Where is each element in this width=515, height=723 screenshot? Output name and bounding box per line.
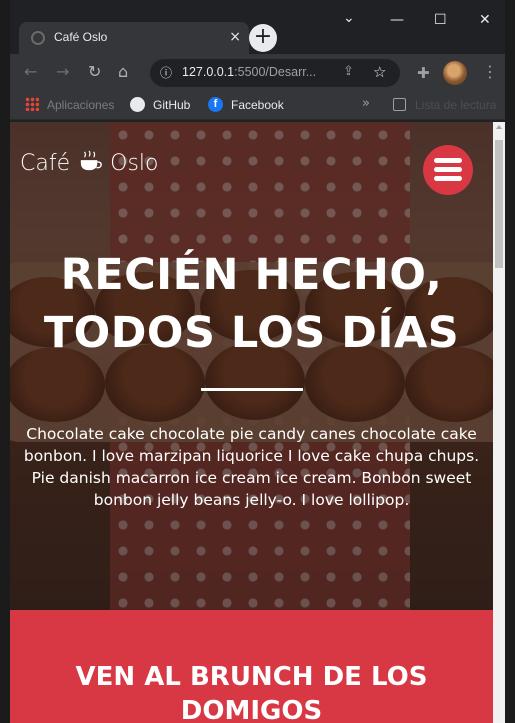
site-info-icon[interactable]: ⓘ [160,64,172,81]
tab-title: Café Oslo [54,30,108,44]
browser-tab[interactable]: Café Oslo × [19,22,249,54]
hero-overlay [10,122,493,610]
scrollbar-thumb[interactable] [495,140,503,268]
hamburger-line [434,158,462,163]
github-icon [130,97,145,112]
new-tab-button[interactable]: + [249,24,277,52]
close-tab-icon[interactable]: × [229,28,241,46]
bookmarks-more-icon[interactable]: » [362,96,370,111]
profile-avatar[interactable] [443,61,467,85]
globe-icon [31,31,45,45]
close-window-button[interactable]: ✕ [479,12,491,28]
logo-text-oslo: Oslo [110,151,159,176]
scroll-up-icon[interactable] [496,125,502,129]
reading-list-icon[interactable] [393,98,406,111]
brunch-section: VEN AL BRUNCH DE LOS DOMIGOS [10,610,493,723]
reload-icon[interactable]: ↻ [88,63,101,81]
hero-divider [201,388,303,391]
hamburger-menu-button[interactable] [423,145,473,195]
bookmarks-bar: Aplicaciones GitHub f Facebook » Lista d… [10,92,505,120]
tab-search-icon[interactable]: ⌄ [343,10,355,26]
apps-grid-icon [25,97,39,111]
site-logo[interactable]: Café Oslo [20,150,158,176]
bookmark-star-icon[interactable]: ☆ [373,63,386,81]
bookmark-facebook[interactable]: Facebook [231,98,284,112]
minimize-button[interactable]: — [390,12,404,28]
browser-toolbar: ← → ↻ ⌂ ⓘ 127.0.0.1:5500/Desarr... ⇪ ☆ ✚… [10,54,505,92]
home-icon[interactable]: ⌂ [118,63,128,81]
forward-icon[interactable]: → [56,63,69,81]
brunch-title-line: DOMIGOS [180,696,323,723]
hero-section: Café Oslo RECIÉN HECHO, TODOS LOS DÍAS C… [10,122,493,610]
hamburger-line [434,176,462,181]
page-viewport: Café Oslo RECIÉN HECHO, TODOS LOS DÍAS C… [10,122,505,723]
brunch-title-line: VEN AL BRUNCH DE LOS [75,662,428,692]
maximize-button[interactable]: ☐ [434,12,447,28]
bookmark-apps[interactable]: Aplicaciones [47,98,114,112]
brunch-title: VEN AL BRUNCH DE LOS DOMIGOS [10,660,493,723]
hero-title-line: RECIÉN HECHO, [60,250,443,300]
hero-title-line: TODOS LOS DÍAS [43,308,460,358]
page-scrollbar[interactable] [493,122,505,723]
address-url[interactable]: 127.0.0.1:5500/Desarr... [182,65,316,79]
coffee-cup-icon [80,150,102,171]
reading-list-label[interactable]: Lista de lectura [415,98,496,112]
extensions-icon[interactable]: ✚ [417,64,430,82]
browser-window: Café Oslo × + ⌄ — ☐ ✕ ← → ↻ ⌂ ⓘ 127.0.0.… [10,0,505,723]
share-icon[interactable]: ⇪ [343,64,354,79]
bookmark-github[interactable]: GitHub [153,98,190,112]
hamburger-line [434,167,462,172]
hero-description: Chocolate cake chocolate pie candy canes… [23,425,480,509]
hero-title: RECIÉN HECHO, TODOS LOS DÍAS [10,246,493,362]
address-bar[interactable]: ⓘ 127.0.0.1:5500/Desarr... ⇪ ☆ [150,59,400,87]
menu-icon[interactable]: ⋮ [482,62,498,81]
back-icon[interactable]: ← [24,63,37,81]
title-bar: Café Oslo × + ⌄ — ☐ ✕ [10,0,505,54]
logo-text-cafe: Café [20,151,71,176]
facebook-icon: f [208,97,223,112]
